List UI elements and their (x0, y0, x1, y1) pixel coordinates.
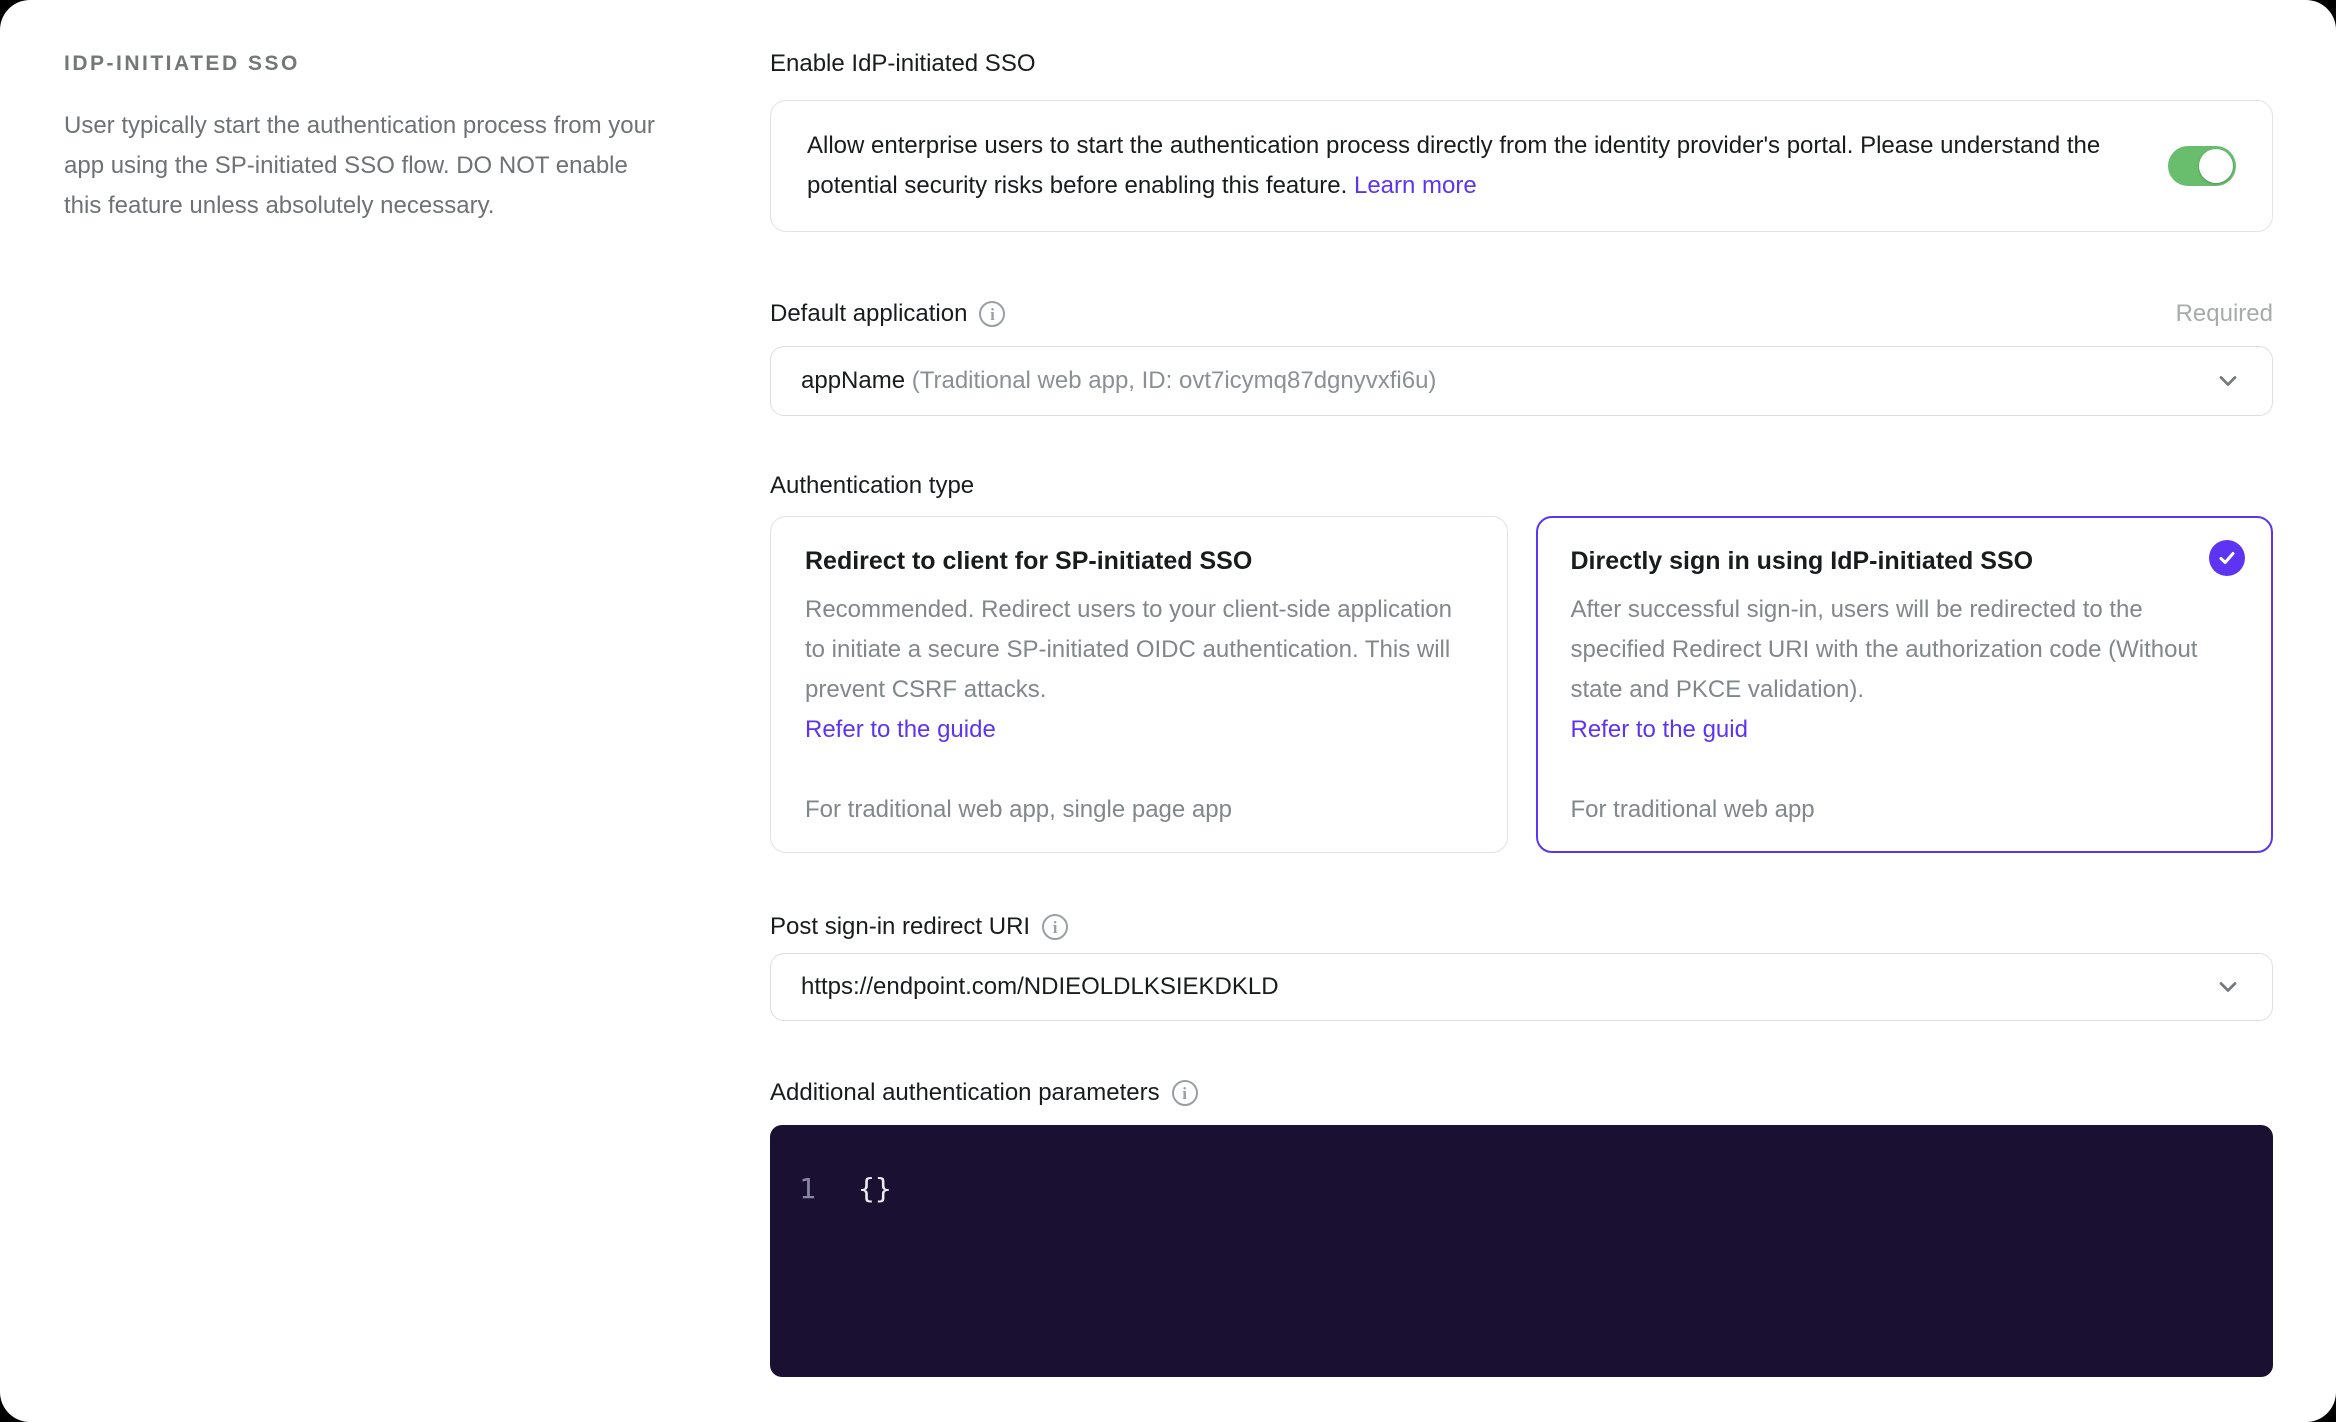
authentication-type-options: Redirect to client for SP-initiated SSO … (770, 516, 2273, 853)
settings-page: IDP-INITIATED SSO User typically start t… (0, 0, 2336, 1422)
refer-guide-link[interactable]: Refer to the guide (805, 710, 996, 750)
sso-form: Enable IdP-initiated SSO Allow enterpris… (770, 48, 2273, 1377)
option-sp-initiated[interactable]: Redirect to client for SP-initiated SSO … (770, 516, 1508, 853)
enable-sso-card: Allow enterprise users to start the auth… (770, 100, 2273, 232)
toggle-knob-icon (2199, 149, 2233, 183)
option-description: After successful sign-in, users will be … (1571, 590, 2239, 750)
option-footnote: For traditional web app (1570, 796, 1815, 823)
redirect-uri-label: Post sign-in redirect URI (770, 913, 1031, 940)
line-code: {} (858, 1172, 892, 1205)
authentication-type-label: Authentication type (770, 472, 975, 499)
enable-sso-label: Enable IdP-initiated SSO (770, 50, 1036, 77)
option-description: Recommended. Redirect users to your clie… (805, 590, 1473, 750)
section-description: User typically start the authentication … (64, 112, 655, 219)
section-title: IDP-INITIATED SSO (64, 52, 300, 75)
required-badge: Required (2175, 300, 2273, 327)
option-title: Redirect to client for SP-initiated SSO (805, 547, 1253, 575)
refer-guide-link[interactable]: Refer to the guid (1571, 710, 1748, 750)
option-footnote: For traditional web app, single page app (805, 796, 1232, 823)
info-icon[interactable]: i (1042, 914, 1069, 940)
code-line: 1 {} (770, 1169, 2273, 1209)
info-icon[interactable]: i (1171, 1080, 1198, 1106)
line-number: 1 (799, 1172, 816, 1205)
default-application-value-detail: (Traditional web app, ID: ovt7icymq87dgn… (905, 367, 1437, 394)
default-application-value: appName (801, 367, 906, 394)
default-application-label: Default application (770, 300, 968, 327)
learn-more-link[interactable]: Learn more (1354, 172, 1477, 199)
info-icon[interactable]: i (979, 301, 1006, 327)
section-sidebar: IDP-INITIATED SSO User typically start t… (64, 48, 770, 1377)
default-application-select[interactable]: appName (Traditional web app, ID: ovt7ic… (770, 346, 2273, 416)
enable-sso-toggle[interactable] (2168, 146, 2236, 186)
chevron-down-icon (2219, 982, 2237, 992)
auth-params-code-editor[interactable]: 1 {} (770, 1125, 2273, 1377)
chevron-down-icon (2219, 376, 2237, 386)
option-idp-initiated[interactable]: Directly sign in using IdP-initiated SSO… (1535, 516, 2273, 853)
enable-sso-description: Allow enterprise users to start the auth… (807, 126, 2122, 206)
redirect-uri-value: https://endpoint.com/NDIEOLDLKSIEKDKLD (801, 973, 1279, 1000)
selected-check-icon (2209, 540, 2245, 576)
option-title: Directly sign in using IdP-initiated SSO (1570, 547, 2034, 575)
auth-params-label: Additional authentication parameters (770, 1079, 1160, 1106)
redirect-uri-select[interactable]: https://endpoint.com/NDIEOLDLKSIEKDKLD (770, 953, 2273, 1021)
